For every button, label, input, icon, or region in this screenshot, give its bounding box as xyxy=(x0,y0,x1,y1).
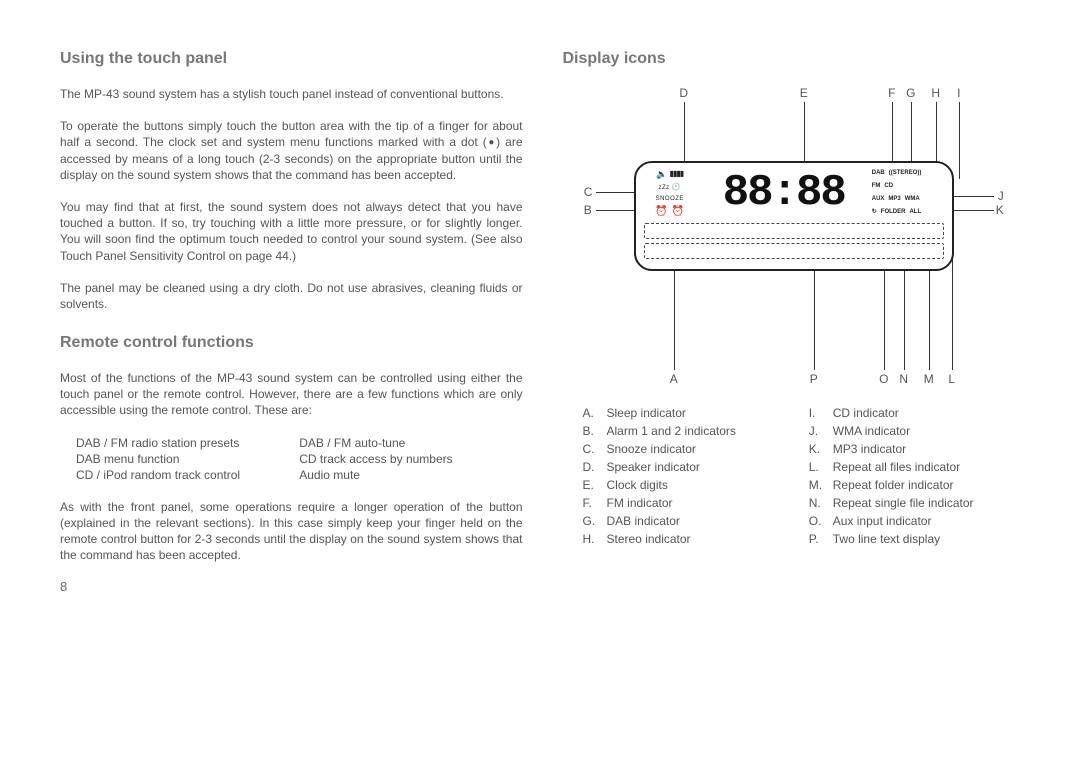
callout-L: L xyxy=(948,372,955,386)
page-number: 8 xyxy=(60,579,523,594)
callout-P: P xyxy=(810,372,818,386)
legend-text: Alarm 1 and 2 indicators xyxy=(607,424,736,438)
legend-letter: E. xyxy=(583,478,599,492)
legend-text: DAB indicator xyxy=(607,514,680,528)
heading-touch-panel: Using the touch panel xyxy=(60,50,523,68)
legend-letter: O. xyxy=(809,514,825,528)
legend-text: MP3 indicator xyxy=(833,442,906,456)
legend-text: WMA indicator xyxy=(833,424,910,438)
cell: CD / iPod random track control xyxy=(76,467,299,483)
cell: Audio mute xyxy=(299,467,522,483)
legend-letter: A. xyxy=(583,406,599,420)
mp3-label: MP3 xyxy=(888,196,900,204)
all-label: ALL xyxy=(909,209,921,217)
callout-F: F xyxy=(888,86,895,100)
legend-letter: B. xyxy=(583,424,599,438)
dab-label: DAB xyxy=(872,170,885,178)
speaker-icon: 🔈 xyxy=(656,170,667,179)
cd-label: CD xyxy=(884,183,893,191)
callout-D: D xyxy=(679,86,688,100)
cell: DAB menu function xyxy=(76,451,299,467)
legend-text: Repeat folder indicator xyxy=(833,478,954,492)
cell: CD track access by numbers xyxy=(299,451,522,467)
right-column: Display icons D E F G H I C B J K xyxy=(563,50,1026,741)
legend-letter: P. xyxy=(809,532,825,546)
callout-B: B xyxy=(584,203,592,217)
repeat-icon: ↻ xyxy=(872,209,877,217)
aux-label: AUX xyxy=(872,196,885,204)
remote-functions-table: DAB / FM radio station presets DAB / FM … xyxy=(76,435,523,483)
legend-text: Repeat single file indicator xyxy=(833,496,974,510)
legend-text: CD indicator xyxy=(833,406,899,420)
fm-label: FM xyxy=(872,183,881,191)
text-line-1 xyxy=(644,223,944,239)
left-column: Using the touch panel The MP-43 sound sy… xyxy=(60,50,523,741)
heading-remote: Remote control functions xyxy=(60,334,523,352)
callout-H: H xyxy=(931,86,940,100)
paragraph-remote-long-press: As with the front panel, some operations… xyxy=(60,499,523,564)
paragraph-operate: To operate the buttons simply touch the … xyxy=(60,118,523,183)
alarm-icon: ⏰ xyxy=(672,207,684,217)
paragraph-sensitivity: You may find that at first, the sound sy… xyxy=(60,199,523,264)
legend-text: Snooze indicator xyxy=(607,442,696,456)
callout-M: M xyxy=(924,372,934,386)
paragraph-cleaning: The panel may be cleaned using a dry clo… xyxy=(60,280,523,312)
legend-letter: N. xyxy=(809,496,825,510)
legend-letter: M. xyxy=(809,478,825,492)
folder-label: FOLDER xyxy=(881,209,906,217)
heading-display-icons: Display icons xyxy=(563,50,1026,68)
legend: A. Sleep indicator B. Alarm 1 and 2 indica… xyxy=(583,404,1006,548)
legend-text: FM indicator xyxy=(607,496,673,510)
legend-text: Clock digits xyxy=(607,478,668,492)
table-row: CD / iPod random track control Audio mut… xyxy=(76,467,523,483)
legend-letter: C. xyxy=(583,442,599,456)
snooze-label: SNOOZE xyxy=(656,196,684,202)
dot-icon: ● xyxy=(487,137,496,148)
legend-text: Repeat all files indicator xyxy=(833,460,960,474)
cell: DAB / FM radio station presets xyxy=(76,435,299,451)
table-row: DAB menu function CD track access by num… xyxy=(76,451,523,467)
callout-G: G xyxy=(906,86,915,100)
callout-A: A xyxy=(670,372,678,386)
legend-letter: G. xyxy=(583,514,599,528)
callout-N: N xyxy=(899,372,908,386)
legend-letter: I. xyxy=(809,406,825,420)
legend-text: Aux input indicator xyxy=(833,514,932,528)
paragraph-intro: The MP-43 sound system has a stylish tou… xyxy=(60,86,523,102)
clock-digits: 88:88 xyxy=(700,167,868,219)
legend-text: Speaker indicator xyxy=(607,460,700,474)
lcd-screen: 🔈 ▮▮▮▮ zZz 🕐 SNOOZE ⏰ ⏰ 88:88 xyxy=(634,161,954,271)
legend-letter: K. xyxy=(809,442,825,456)
cell: DAB / FM auto-tune xyxy=(299,435,522,451)
alarm-icon: ⏰ xyxy=(655,207,667,217)
legend-letter: F. xyxy=(583,496,599,510)
stereo-label: ((STEREO)) xyxy=(889,170,922,178)
table-row: DAB / FM radio station presets DAB / FM … xyxy=(76,435,523,451)
paragraph-remote-intro: Most of the functions of the MP-43 sound… xyxy=(60,370,523,419)
display-diagram: D E F G H I C B J K A P O xyxy=(584,86,1004,386)
legend-text: Stereo indicator xyxy=(607,532,691,546)
callout-C: C xyxy=(584,185,593,199)
legend-text: Sleep indicator xyxy=(607,406,686,420)
legend-letter: D. xyxy=(583,460,599,474)
legend-letter: H. xyxy=(583,532,599,546)
callout-O: O xyxy=(879,372,888,386)
sleep-icon: zZz xyxy=(658,185,669,191)
p2-part-a: To operate the buttons simply touch the … xyxy=(60,119,523,149)
text-line-2 xyxy=(644,243,944,259)
callout-K: K xyxy=(996,203,1004,217)
callout-E: E xyxy=(800,86,808,100)
legend-letter: J. xyxy=(809,424,825,438)
legend-letter: L. xyxy=(809,460,825,474)
wma-label: WMA xyxy=(905,196,920,204)
legend-text: Two line text display xyxy=(833,532,940,546)
callout-I: I xyxy=(957,86,960,100)
callout-J: J xyxy=(998,189,1004,203)
